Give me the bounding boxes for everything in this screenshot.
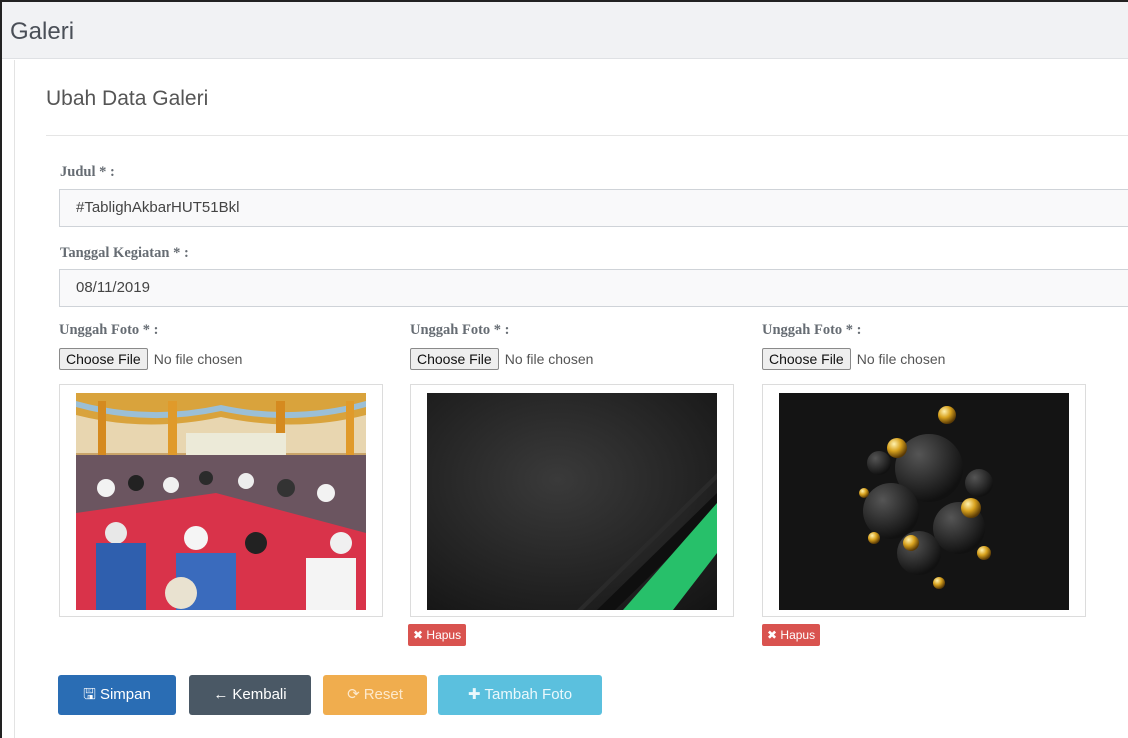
plus-icon: ✚ <box>467 686 481 703</box>
page-header: Galeri <box>2 2 1128 59</box>
dark-green-stripe-photo <box>427 393 717 610</box>
file-input-3[interactable]: Choose File No file chosen <box>762 347 945 371</box>
delete-label-2: Hapus <box>426 628 462 642</box>
upload-label-3: Unggah Foto * : <box>762 322 862 338</box>
tanggal-input[interactable]: 08/11/2019 <box>59 269 1128 307</box>
window-border-left <box>0 0 2 738</box>
file-status-3: No file chosen <box>856 351 946 367</box>
close-icon: ✖ <box>767 628 778 642</box>
back-button[interactable]: ← Kembali <box>189 675 311 715</box>
save-label: Simpan <box>99 686 151 703</box>
crowd-prayer-photo <box>76 393 366 610</box>
choose-file-button-2[interactable]: Choose File <box>410 348 499 370</box>
gold-spheres-photo <box>779 393 1069 610</box>
page-title: Galeri <box>10 18 75 45</box>
choose-file-button-3[interactable]: Choose File <box>762 348 851 370</box>
arrow-left-icon: ← <box>213 686 229 703</box>
add-photo-button[interactable]: ✚ Tambah Foto <box>438 675 602 715</box>
photo-thumbnail-2 <box>410 384 734 617</box>
back-label: Kembali <box>232 686 287 703</box>
reset-button[interactable]: ⟳ Reset <box>323 675 427 715</box>
delete-photo-button-2[interactable]: ✖ Hapus <box>408 624 467 646</box>
refresh-icon: ⟳ <box>347 686 360 703</box>
delete-photo-button-3[interactable]: ✖ Hapus <box>762 624 821 646</box>
file-input-1[interactable]: Choose File No file chosen <box>59 347 242 371</box>
panel-title: Ubah Data Galeri <box>46 87 209 110</box>
file-status-1: No file chosen <box>153 351 243 367</box>
choose-file-button-1[interactable]: Choose File <box>59 348 148 370</box>
photo-thumbnail-1 <box>59 384 383 617</box>
judul-label: Judul * : <box>60 164 115 180</box>
panel-divider <box>46 135 1128 136</box>
file-input-2[interactable]: Choose File No file chosen <box>410 347 593 371</box>
save-icon: 🖫 <box>83 686 96 703</box>
upload-label-2: Unggah Foto * : <box>410 322 510 338</box>
file-status-2: No file chosen <box>504 351 594 367</box>
close-icon: ✖ <box>413 628 424 642</box>
delete-label-3: Hapus <box>780 628 816 642</box>
upload-label-1: Unggah Foto * : <box>59 322 159 338</box>
judul-input[interactable]: #TablighAkbarHUT51Bkl <box>59 189 1128 227</box>
photo-thumbnail-3 <box>762 384 1086 617</box>
reset-label: Reset <box>363 686 403 703</box>
add-photo-label: Tambah Foto <box>484 686 573 703</box>
tanggal-label: Tanggal Kegiatan * : <box>60 245 189 261</box>
save-button[interactable]: 🖫 Simpan <box>58 675 176 715</box>
